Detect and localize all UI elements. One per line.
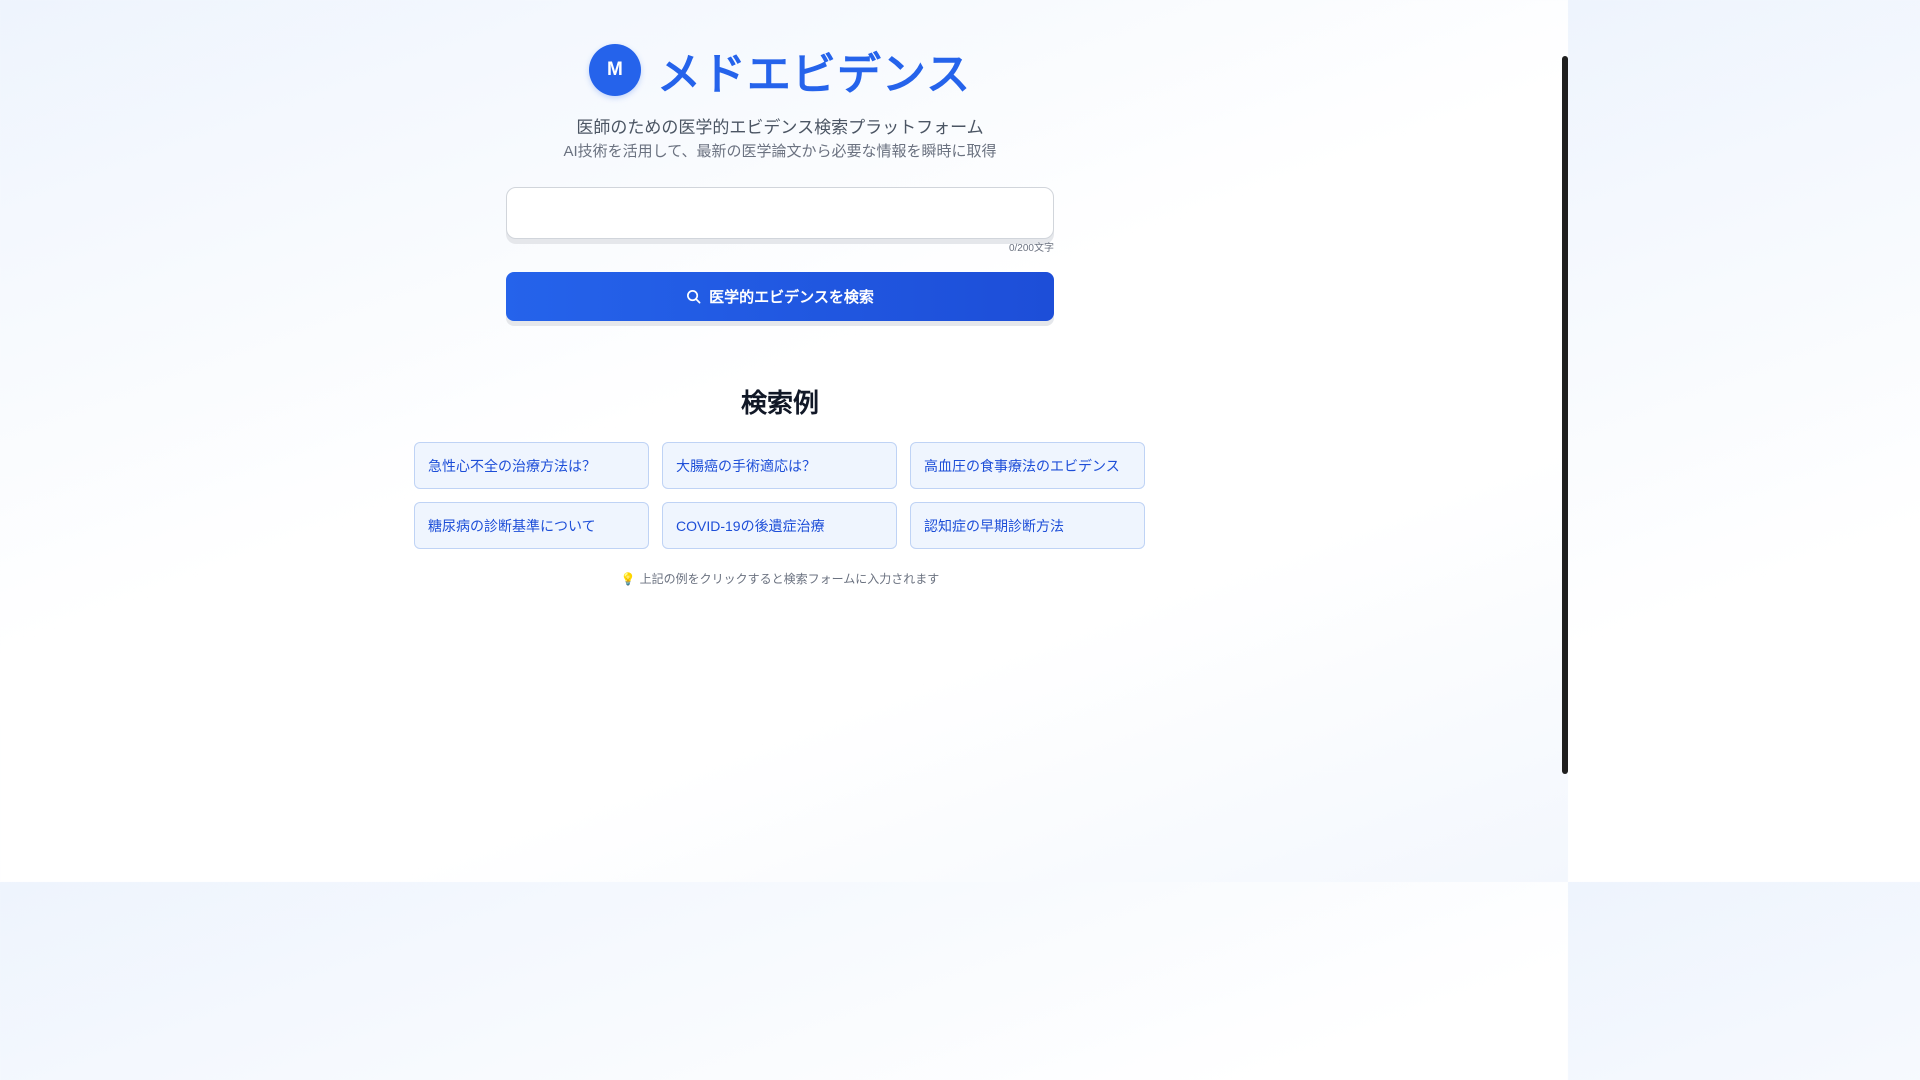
char-count: 0/200文字 bbox=[1008, 243, 1054, 254]
example-card[interactable]: COVID-19の後遺症治療 bbox=[662, 502, 897, 549]
search-area: 0/200文字 bbox=[506, 187, 1054, 254]
example-card[interactable]: 大腸癌の手術適応は？ bbox=[662, 442, 897, 489]
examples-grid: 急性心不全の治療方法は？ 大腸癌の手術適応は？ 高血圧の食事療法のエビデンス 糖… bbox=[414, 442, 1146, 549]
tagline: 医師のための医学的エビデンス検索プラットフォーム bbox=[576, 118, 984, 137]
example-card[interactable]: 認知症の早期診断方法 bbox=[910, 502, 1145, 549]
example-card[interactable]: 急性心不全の治療方法は？ bbox=[414, 442, 649, 489]
hint: 💡 上記の例をクリックすると検索フォームに入力されます bbox=[0, 570, 1560, 587]
example-card[interactable]: 高血圧の食事療法のエビデンス bbox=[910, 442, 1145, 489]
example-card[interactable]: 糖尿病の診断基準について bbox=[414, 502, 649, 549]
scrollbar[interactable] bbox=[1562, 56, 1568, 774]
logo-badge: M bbox=[588, 44, 641, 96]
app-title: メドエビデンス bbox=[656, 50, 972, 99]
hint-text: 上記の例をクリックすると検索フォームに入力されます bbox=[639, 572, 940, 586]
search-icon bbox=[686, 289, 701, 304]
subtagline: AI技術を活用して、最新の医学論文から必要な情報を瞬時に取得 bbox=[563, 143, 997, 160]
search-button-label: 医学的エビデンスを検索 bbox=[709, 289, 874, 306]
page: M メドエビデンス 医師のための医学的エビデンス検索プラットフォーム AI技術を… bbox=[0, 0, 1560, 882]
search-button[interactable]: 医学的エビデンスを検索 bbox=[506, 272, 1054, 321]
lightbulb-icon: 💡 bbox=[620, 572, 636, 586]
examples-heading: 検索例 bbox=[740, 388, 819, 418]
app-header: M メドエビデンス bbox=[0, 38, 1560, 102]
search-input[interactable] bbox=[506, 187, 1054, 239]
